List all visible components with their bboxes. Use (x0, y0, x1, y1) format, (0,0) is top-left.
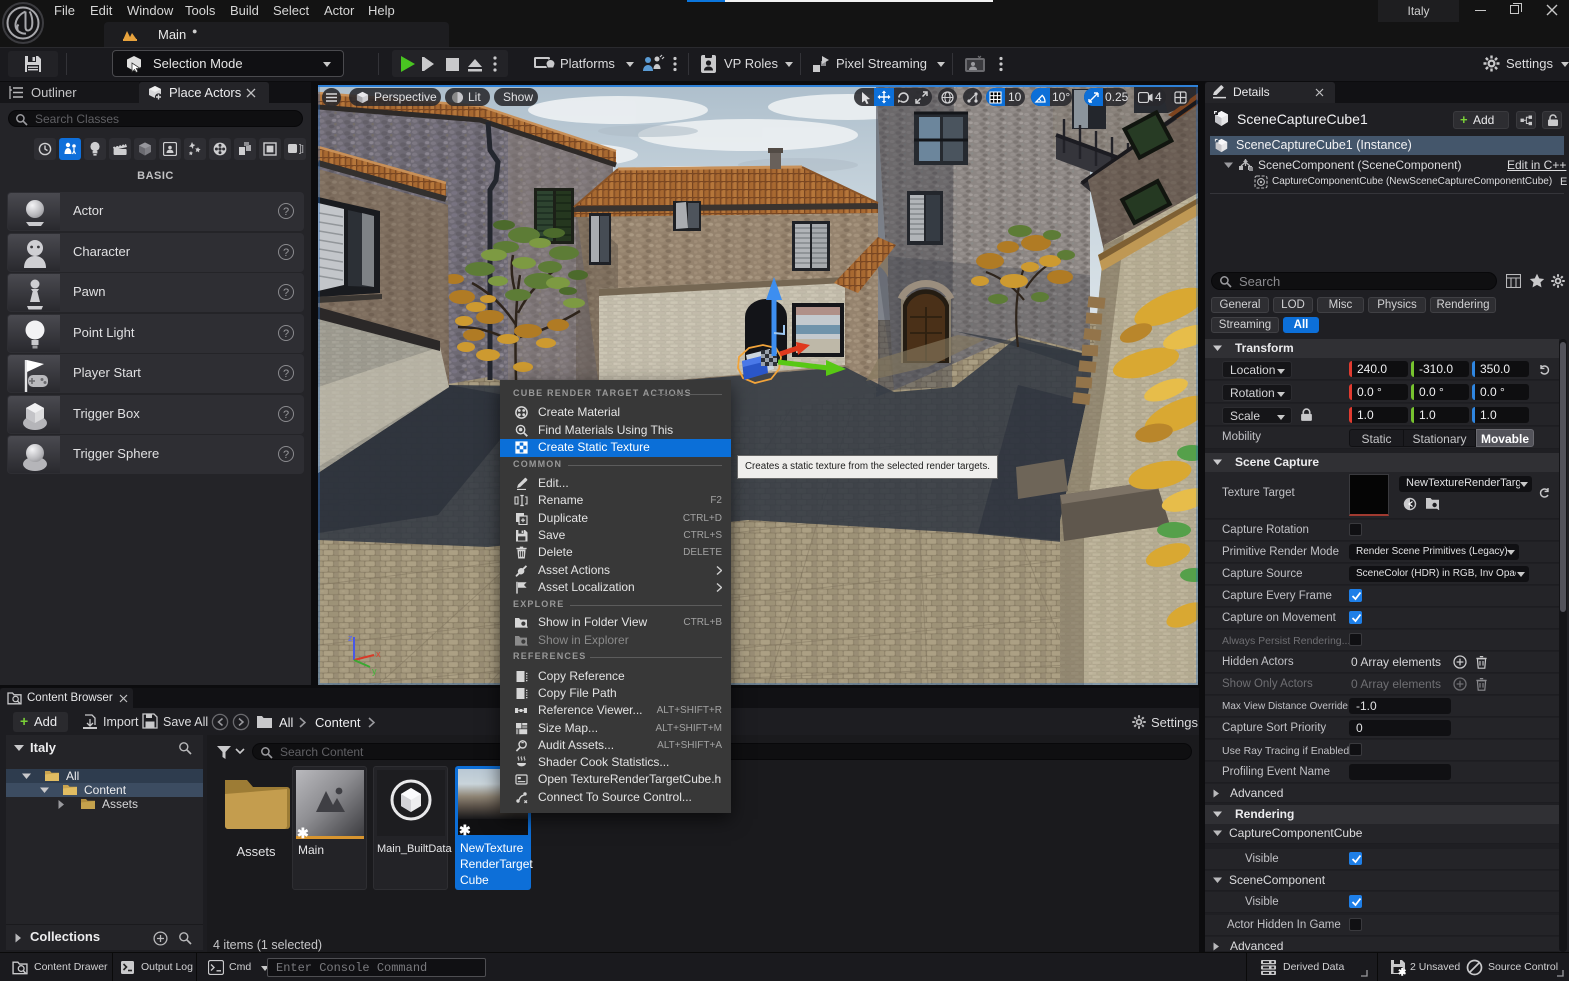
svg-text:x: x (376, 649, 381, 659)
svg-text:y: y (372, 666, 377, 676)
svg-text:✱: ✱ (1398, 968, 1407, 977)
svg-text:z: z (348, 633, 353, 643)
